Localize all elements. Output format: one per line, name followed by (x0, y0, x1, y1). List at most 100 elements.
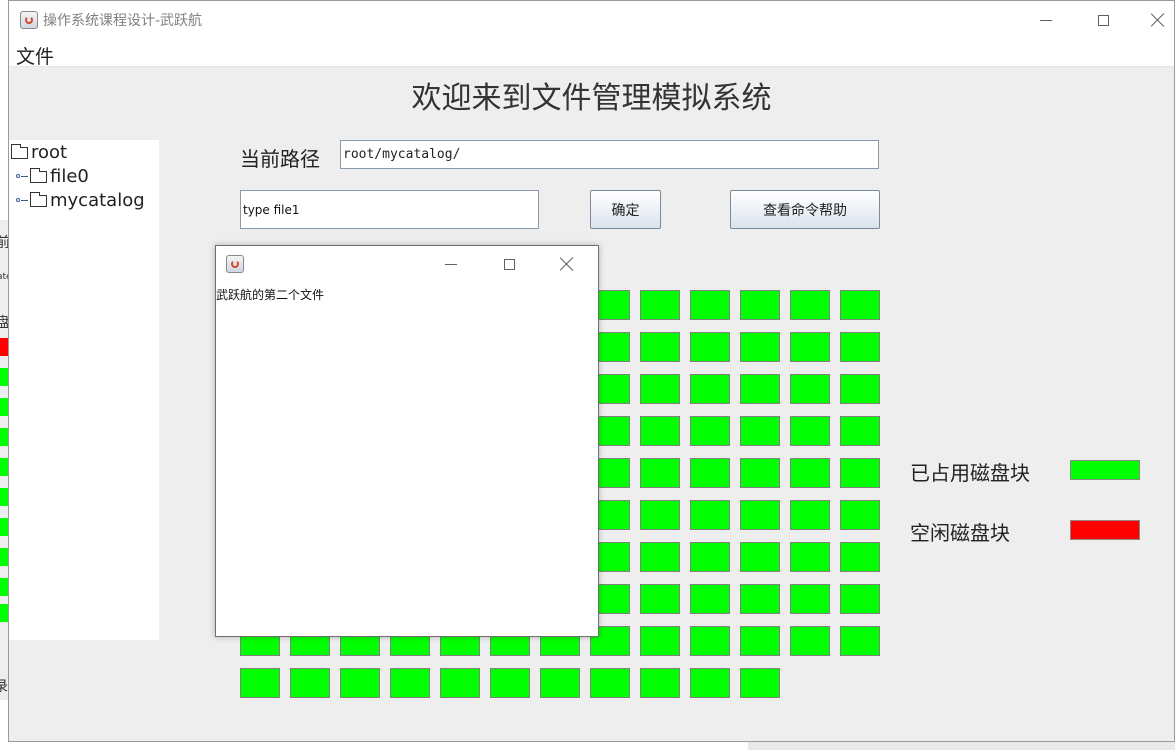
disk-block (790, 374, 830, 404)
disk-block (740, 332, 780, 362)
file-tree[interactable]: root file0 mycatalog (9, 140, 159, 640)
disk-block (690, 416, 730, 446)
disk-block (290, 668, 330, 698)
background-window-bottom (748, 742, 1175, 750)
disk-block (690, 458, 730, 488)
background-disk-block (0, 518, 8, 536)
tree-node-file0[interactable]: file0 (30, 166, 89, 187)
disk-block (390, 668, 430, 698)
disk-block (640, 668, 680, 698)
disk-block (840, 542, 880, 572)
background-disk-block (0, 604, 8, 622)
background-disk-block (0, 338, 8, 356)
file-content-window: 武跃航的第二个文件 (215, 245, 599, 637)
minimize-button[interactable] (1023, 1, 1069, 39)
disk-block (540, 668, 580, 698)
current-path-label: 当前路径 (240, 147, 320, 171)
disk-block (690, 290, 730, 320)
background-disk-block (0, 398, 8, 416)
background-disk-block (0, 458, 8, 476)
current-path-field[interactable]: root/mycatalog/ (340, 140, 879, 169)
disk-block (790, 542, 830, 572)
java-app-icon (226, 255, 244, 273)
file-window-maximize-button[interactable] (486, 246, 532, 282)
disk-block (840, 416, 880, 446)
disk-block (740, 626, 780, 656)
disk-block (840, 374, 880, 404)
disk-block (740, 290, 780, 320)
java-app-icon (20, 11, 38, 29)
disk-block (740, 458, 780, 488)
window-title: 操作系统课程设计-武跃航 (43, 13, 203, 29)
menu-file[interactable]: 文件 (16, 42, 54, 69)
tree-expand-handle[interactable] (16, 174, 28, 178)
tree-node-label: file0 (50, 166, 89, 187)
tree-node-label: mycatalog (50, 190, 145, 211)
disk-block (740, 542, 780, 572)
background-disk-block (0, 368, 8, 386)
disk-block (640, 290, 680, 320)
file-content-text: 武跃航的第二个文件 (216, 288, 325, 302)
tree-node-label: root (31, 142, 68, 163)
disk-block (640, 542, 680, 572)
disk-block (640, 374, 680, 404)
tree-node-mycatalog[interactable]: mycatalog (30, 190, 145, 211)
disk-block (690, 542, 730, 572)
close-icon (560, 257, 574, 271)
title-bar[interactable]: 操作系统课程设计-武跃航 (9, 1, 1174, 39)
command-input[interactable] (240, 190, 539, 229)
welcome-heading: 欢迎来到文件管理模拟系统 (411, 81, 772, 116)
disk-block (690, 626, 730, 656)
maximize-icon (1097, 14, 1109, 26)
close-icon (1151, 13, 1165, 27)
background-window: 前 ate 盘 录 (0, 220, 12, 700)
command-help-button[interactable]: 查看命令帮助 (730, 190, 880, 229)
disk-block (640, 584, 680, 614)
legend-free-swatch (1070, 520, 1140, 540)
disk-block (640, 332, 680, 362)
disk-block (490, 668, 530, 698)
disk-block (790, 626, 830, 656)
disk-block (690, 500, 730, 530)
background-label: 录 (0, 679, 8, 695)
maximize-button[interactable] (1080, 1, 1126, 39)
minimize-icon (445, 263, 457, 265)
disk-block (790, 500, 830, 530)
disk-block (690, 584, 730, 614)
legend-free-label: 空闲磁盘块 (910, 521, 1010, 545)
disk-block (740, 500, 780, 530)
menu-bar: 文件 (9, 39, 1174, 69)
file-window-title-bar[interactable] (216, 246, 598, 282)
background-disk-block (0, 548, 8, 566)
disk-block (690, 332, 730, 362)
disk-block (790, 332, 830, 362)
background-disk-block (0, 488, 8, 506)
background-disk-block (0, 578, 8, 596)
tree-node-root[interactable]: root (11, 142, 67, 163)
tree-expand-handle[interactable] (16, 198, 28, 202)
folder-icon (30, 167, 47, 183)
disk-block (690, 668, 730, 698)
close-button[interactable] (1135, 1, 1175, 39)
disk-block (740, 374, 780, 404)
disk-block (840, 290, 880, 320)
confirm-button[interactable]: 确定 (590, 190, 661, 229)
disk-block (340, 668, 380, 698)
disk-block (840, 500, 880, 530)
disk-block (840, 332, 880, 362)
disk-block (590, 668, 630, 698)
disk-block (240, 668, 280, 698)
disk-block (790, 416, 830, 446)
disk-block (740, 416, 780, 446)
maximize-icon (503, 258, 515, 270)
disk-block (790, 584, 830, 614)
file-window-minimize-button[interactable] (428, 246, 474, 282)
folder-icon (11, 143, 28, 159)
disk-block (690, 374, 730, 404)
disk-block (840, 458, 880, 488)
background-disk-block (0, 428, 8, 446)
file-window-close-button[interactable] (544, 246, 590, 282)
disk-block (840, 626, 880, 656)
disk-block (790, 458, 830, 488)
folder-icon (30, 191, 47, 207)
